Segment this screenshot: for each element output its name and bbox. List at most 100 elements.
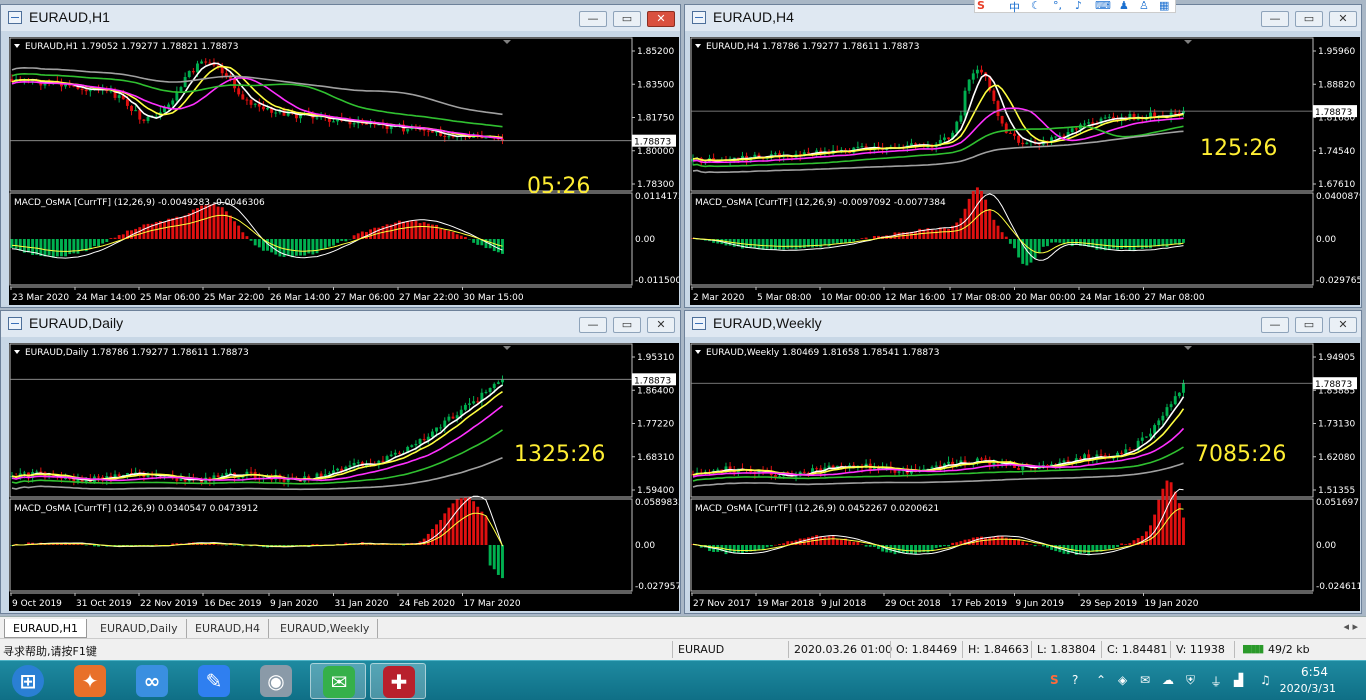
shirt-icon[interactable]: ♙	[1139, 0, 1149, 12]
macd-histogram-bar	[204, 205, 208, 239]
macd-histogram-bar	[1107, 239, 1111, 251]
close-button[interactable]: ✕	[1329, 11, 1357, 27]
time-tick-label: 22 Nov 2019	[140, 599, 198, 609]
candle-body	[146, 116, 150, 121]
wechat-tray-icon[interactable]: ✉	[1140, 673, 1150, 687]
clock-date[interactable]: 2020/3/31	[1280, 682, 1336, 695]
chart-window-daily[interactable]: EURAUD,Daily — ▭ ✕ 1.78873 1.95310 1.86400…	[0, 310, 684, 614]
candle-body	[996, 101, 1000, 117]
help-tray-icon[interactable]: ?	[1072, 673, 1078, 687]
tab-scroll-arrows[interactable]: ◂ ▸	[1343, 620, 1358, 633]
sogou-tray-icon[interactable]: S	[1050, 673, 1059, 687]
tab-euraud-daily[interactable]: EURAUD,Daily	[92, 619, 187, 638]
app-orange[interactable]: ✦	[62, 663, 118, 699]
chart-area[interactable]: 1.78873 1.94905 1.83885 1.73130 1.62080 1.513…	[690, 343, 1365, 611]
user-icon[interactable]: ♟	[1119, 0, 1129, 12]
app-camera[interactable]: ◉	[248, 663, 304, 699]
window-titlebar[interactable]: EURAUD,H1 — ▭ ✕	[1, 5, 680, 31]
candle-body	[327, 473, 331, 475]
macd-histogram-bar	[340, 239, 344, 241]
macd-histogram-bar	[1058, 239, 1062, 243]
window-titlebar[interactable]: EURAUD,Weekly — ▭ ✕	[685, 311, 1361, 337]
minimize-button[interactable]: —	[579, 317, 607, 333]
chart-area[interactable]: 1.78873 1.85200 1.83500 1.81750 1.80000 1.783…	[9, 37, 684, 305]
macd-histogram-bar	[988, 537, 992, 545]
close-button[interactable]: ✕	[647, 11, 675, 27]
macd-histogram-bar	[167, 218, 171, 239]
status-divider	[1101, 641, 1102, 658]
macd-histogram-bar	[311, 544, 315, 545]
app-metatrader[interactable]: ✚	[370, 663, 426, 699]
candle-body	[410, 445, 414, 447]
close-button[interactable]: ✕	[647, 317, 675, 333]
minimize-button[interactable]: —	[1261, 11, 1289, 27]
macd-histogram-bar	[1128, 239, 1132, 251]
app-wechat[interactable]: ✉	[310, 663, 366, 699]
sogou-icon[interactable]: S	[977, 0, 985, 12]
macd-histogram-bar	[84, 545, 88, 546]
macd-histogram-bar	[101, 239, 105, 244]
candle-body	[815, 468, 819, 470]
ma-line-white	[11, 384, 503, 482]
macd-histogram-bar	[1116, 239, 1119, 250]
macd-histogram-bar	[138, 227, 142, 239]
macd-histogram-bar	[68, 239, 72, 255]
chart-window-h4[interactable]: EURAUD,H4 — ▭ ✕ 1.78873 1.95960 1.88820 1.8…	[684, 4, 1365, 308]
chart-area[interactable]: 1.78873 1.95960 1.88820 1.81680 1.74540 1.676…	[690, 37, 1365, 305]
punctuation-icon[interactable]: °,	[1053, 0, 1062, 12]
candle-body	[934, 465, 938, 467]
maximize-button[interactable]: ▭	[613, 11, 641, 27]
network-tray-icon[interactable]: ▟	[1234, 673, 1243, 687]
candle-body	[430, 131, 434, 133]
candle-body	[992, 90, 996, 102]
maximize-button[interactable]: ▭	[1295, 317, 1323, 333]
minimize-button[interactable]: —	[1261, 317, 1289, 333]
keyboard-icon[interactable]: ⌨	[1095, 0, 1111, 12]
macd-histogram-bar	[1004, 236, 1008, 239]
macd-histogram-bar	[1128, 543, 1132, 545]
macd-histogram-bar	[1054, 239, 1058, 243]
candle-body	[97, 476, 100, 478]
window-titlebar[interactable]: EURAUD,Daily — ▭ ✕	[1, 311, 680, 337]
macd-histogram-bar	[864, 237, 868, 239]
usb-tray-icon[interactable]: ⏚	[1210, 673, 1222, 690]
box-tray-icon[interactable]: ◈	[1118, 673, 1127, 687]
status-low: L: 1.83804	[1037, 643, 1096, 656]
maximize-button[interactable]: ▭	[1295, 11, 1323, 27]
chinese-mode-icon[interactable]: 中	[1009, 0, 1020, 15]
tab-euraud-h1[interactable]: EURAUD,H1	[4, 619, 88, 638]
cloud-tray-icon[interactable]: ☁	[1162, 673, 1174, 687]
moon-icon[interactable]: ☾	[1031, 0, 1041, 12]
macd-histogram-bar	[286, 239, 290, 256]
chart-area[interactable]: 1.78873 1.95310 1.86400 1.77220 1.68310 1.594…	[9, 343, 684, 611]
close-button[interactable]: ✕	[1329, 317, 1357, 333]
macd-histogram-bar	[439, 228, 443, 239]
app-feishu[interactable]: ✎	[186, 663, 242, 699]
macd-histogram-bar	[934, 545, 938, 548]
volume-tray-icon[interactable]: ♫	[1260, 673, 1271, 687]
macd-histogram-bar	[1087, 545, 1091, 555]
macd-histogram-bar	[975, 187, 979, 239]
chart-window-h1[interactable]: EURAUD,H1 — ▭ ✕ 1.78873 1.85200 1.83500 1.8…	[0, 4, 684, 308]
ime-toolbar[interactable]: S 中 ☾ °, ♪ ⌨ ♟ ♙ ▦	[974, 0, 1176, 15]
candle-body	[365, 123, 368, 125]
chart-shift-marker-icon	[1184, 346, 1192, 350]
candle-body	[1054, 136, 1058, 138]
grid-icon[interactable]: ▦	[1159, 0, 1169, 12]
maximize-button[interactable]: ▭	[613, 317, 641, 333]
tab-euraud-weekly[interactable]: EURAUD,Weekly	[272, 619, 379, 638]
microphone-icon[interactable]: ♪	[1075, 0, 1082, 12]
time-tick-label: 27 Mar 22:00	[399, 293, 459, 303]
safety-tray-icon[interactable]: ⛨	[1186, 673, 1195, 688]
chart-window-weekly[interactable]: EURAUD,Weekly — ▭ ✕ 1.78873 1.94905 1.8388…	[684, 310, 1365, 614]
tray-expand-icon[interactable]: ⌃	[1096, 673, 1106, 687]
app-baidu-netdisk[interactable]: ∞	[124, 663, 180, 699]
clock-time[interactable]: 6:54	[1301, 665, 1328, 679]
start-button[interactable]: ⊞	[0, 663, 56, 699]
candle-body	[1062, 460, 1066, 463]
tab-euraud-h4[interactable]: EURAUD,H4	[187, 619, 270, 638]
minimize-button[interactable]: —	[579, 11, 607, 27]
candle-body	[430, 431, 434, 437]
price-chart-svg: 1.78873 1.95310 1.86400 1.77220 1.68310 1.594…	[9, 343, 684, 609]
macd-histogram-bar	[459, 235, 463, 239]
